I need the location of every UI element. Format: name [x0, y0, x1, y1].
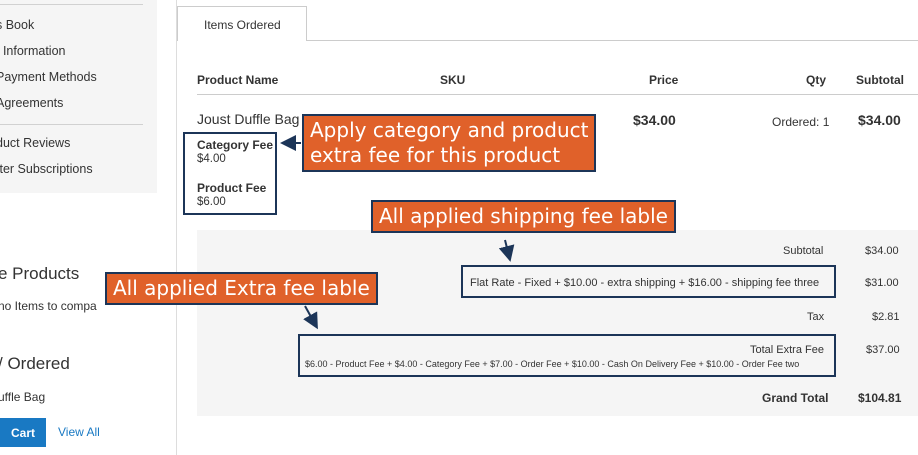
subtotal-value: $34.00: [865, 245, 899, 257]
category-fee-label: Category Fee: [197, 138, 274, 152]
shipping-label: Flat Rate - Fixed + $10.00 - extra shipp…: [470, 277, 820, 289]
product-fee-value: $6.00: [197, 196, 226, 208]
subtotal-label: Subtotal: [783, 245, 824, 257]
grand-total-label: Grand Total: [762, 391, 829, 405]
add-to-cart-button[interactable]: Cart: [0, 418, 46, 447]
nav-divider: [0, 4, 143, 5]
column-header-price: Price: [649, 73, 679, 87]
account-nav-panel: s Book t Information Payment Methods Agr…: [0, 0, 157, 193]
nav-divider: [0, 124, 143, 125]
shipping-value: $31.00: [865, 277, 899, 289]
nav-item-payment-methods[interactable]: Payment Methods: [0, 70, 97, 84]
column-header-qty: Qty: [806, 73, 827, 87]
tab-items-ordered[interactable]: Items Ordered: [177, 6, 307, 41]
product-price: $34.00: [633, 112, 676, 128]
header-rule: [197, 94, 918, 95]
product-subtotal: $34.00: [858, 112, 901, 128]
product-name: Joust Duffle Bag: [197, 111, 300, 127]
grand-total-value: $104.81: [858, 391, 902, 405]
compare-empty-text: no Items to compa: [0, 299, 97, 313]
tax-value: $2.81: [872, 311, 900, 323]
column-divider: [176, 0, 177, 455]
view-all-link[interactable]: View All: [58, 425, 100, 439]
nav-item-address-book[interactable]: s Book: [0, 18, 34, 32]
callout-product-extra-fee: Apply category and product extra fee for…: [302, 114, 597, 172]
tax-label: Tax: [807, 311, 825, 323]
nav-item-newsletter-subscriptions[interactable]: tter Subscriptions: [0, 162, 93, 176]
nav-item-account-information[interactable]: t Information: [0, 44, 65, 58]
recently-ordered-title: / Ordered: [0, 354, 70, 373]
column-header-sku: SKU: [440, 73, 466, 87]
product-qty: Ordered: 1: [772, 115, 830, 129]
category-fee-value: $4.00: [197, 153, 226, 165]
nav-item-agreements[interactable]: Agreements: [0, 96, 63, 110]
compare-products-title: e Products: [0, 264, 80, 283]
recently-ordered-item[interactable]: uffle Bag: [0, 390, 45, 404]
column-header-subtotal: Subtotal: [856, 73, 904, 87]
total-extra-fee-label: Total Extra Fee: [750, 344, 824, 356]
callout-extra-fee-label: All applied Extra fee lable: [105, 272, 378, 305]
nav-item-product-reviews[interactable]: duct Reviews: [0, 136, 70, 150]
total-extra-fee-value: $37.00: [866, 344, 900, 356]
column-header-product-name: Product Name: [197, 73, 279, 87]
extra-fee-detail: $6.00 - Product Fee + $4.00 - Category F…: [305, 359, 800, 369]
tab-underline: [307, 40, 918, 41]
product-fee-label: Product Fee: [197, 181, 267, 195]
order-totals-panel: [197, 230, 918, 416]
callout-shipping-fee-label: All applied shipping fee lable: [371, 200, 676, 233]
